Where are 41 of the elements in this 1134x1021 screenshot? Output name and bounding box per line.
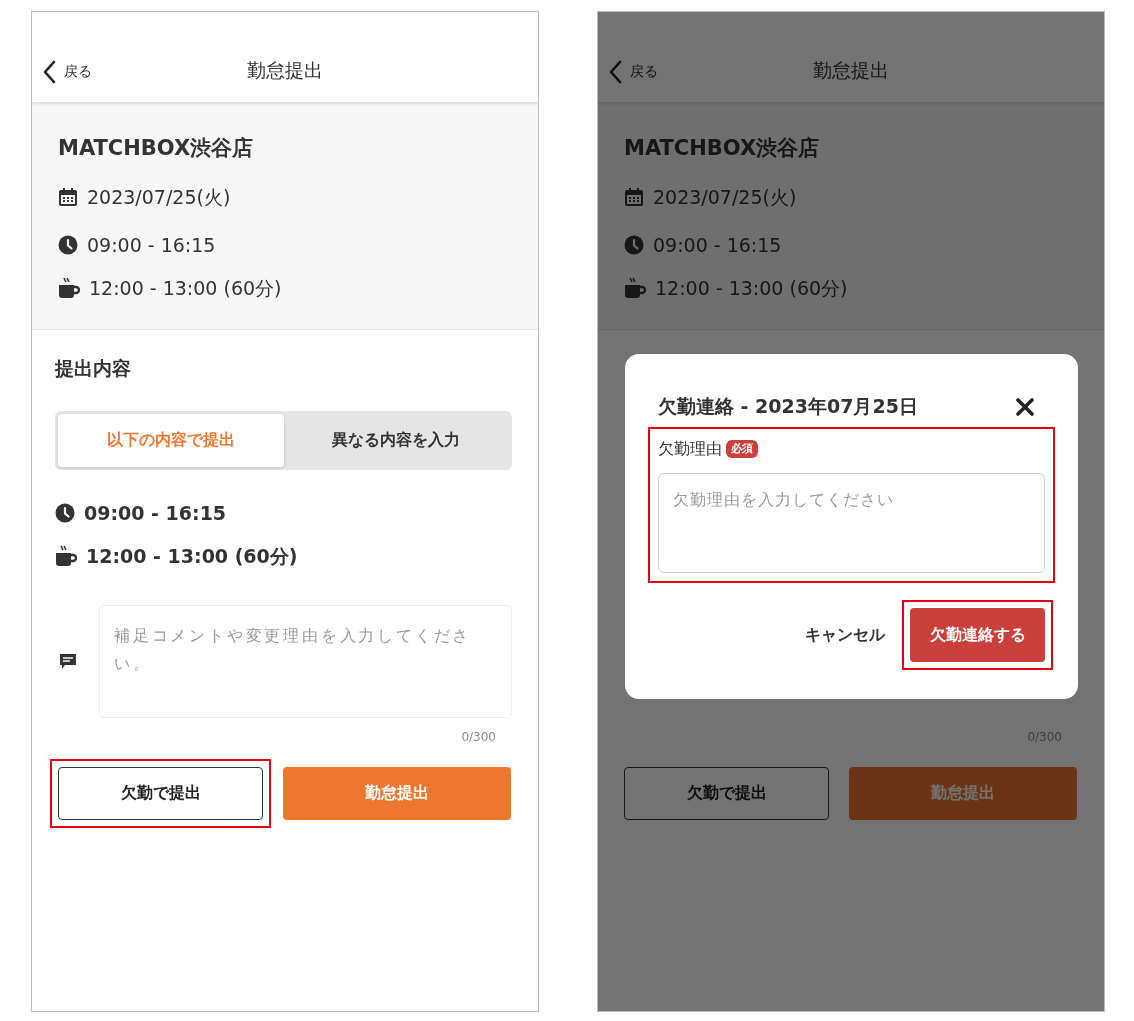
- submitted-time: 09:00 - 16:15: [84, 501, 227, 526]
- segment-tab[interactable]: 以下の内容で提出: [58, 414, 284, 467]
- clock-icon: [624, 235, 644, 255]
- calendar-icon: [58, 187, 78, 207]
- segment-tab[interactable]: 異なる内容を入力: [283, 414, 509, 467]
- shift-time: 09:00 - 16:15: [87, 233, 216, 258]
- back-button[interactable]: 戻る: [608, 60, 658, 84]
- character-counter: 0/300: [460, 729, 497, 745]
- screen-title: 勤怠提出: [813, 58, 889, 83]
- field-label: 欠勤理由: [658, 438, 722, 460]
- break-time: 12:00 - 13:00 (60分): [655, 276, 848, 301]
- close-button[interactable]: [1015, 397, 1035, 417]
- clock-icon: [58, 235, 78, 255]
- dialog-title: 欠勤連絡 - 2023年07月25日: [658, 394, 918, 419]
- chevron-left-icon: [42, 60, 56, 84]
- absence-submit-button[interactable]: 欠勤で提出: [624, 767, 829, 820]
- clock-icon: [55, 503, 75, 523]
- coffee-cup-icon: [55, 545, 77, 567]
- absence-submit-button[interactable]: 欠勤で提出: [58, 767, 263, 820]
- screen-title: 勤怠提出: [247, 58, 323, 83]
- comment-field[interactable]: 補足コメントや変更理由を入力してください。: [98, 605, 512, 718]
- coffee-cup-icon: [58, 277, 80, 299]
- confirm-absence-button[interactable]: 欠勤連絡する: [910, 608, 1045, 662]
- coffee-cup-icon: [624, 277, 646, 299]
- submit-button[interactable]: 勤怠提出: [283, 767, 511, 820]
- back-button[interactable]: 戻る: [42, 60, 92, 84]
- break-time: 12:00 - 13:00 (60分): [89, 276, 282, 301]
- shift-time: 09:00 - 16:15: [653, 233, 782, 258]
- required-badge: 必須: [726, 440, 758, 458]
- shift-date: 2023/07/25(火): [653, 185, 797, 210]
- cancel-button[interactable]: キャンセル: [805, 608, 885, 662]
- comment-icon: [59, 653, 77, 670]
- shift-date: 2023/07/25(火): [87, 185, 231, 210]
- reason-field[interactable]: 欠勤理由を入力してください: [658, 473, 1045, 573]
- close-icon: [1015, 397, 1035, 417]
- store-name: MATCHBOX渋谷店: [624, 135, 821, 162]
- submitted-break: 12:00 - 13:00 (60分): [86, 544, 298, 569]
- calendar-icon: [624, 187, 644, 207]
- section-heading: 提出内容: [55, 356, 132, 380]
- chevron-left-icon: [608, 60, 622, 84]
- store-name: MATCHBOX渋谷店: [58, 135, 255, 162]
